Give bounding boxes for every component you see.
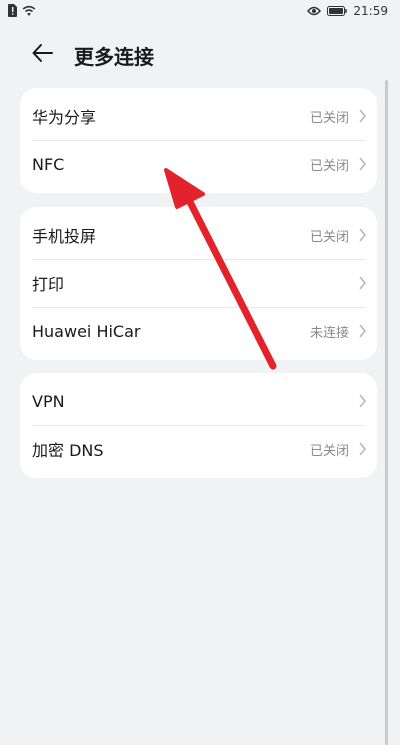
- settings-group-1: 华为分享 已关闭 NFC 已关闭: [20, 88, 377, 193]
- back-button[interactable]: [30, 40, 56, 66]
- item-label: 华为分享: [32, 108, 97, 127]
- chevron-right-icon: [359, 442, 366, 456]
- status-bar: 21:59: [0, 0, 400, 24]
- settings-item-encrypted-dns[interactable]: 加密 DNS 已关闭: [20, 425, 377, 473]
- item-status: 已关闭: [309, 110, 349, 126]
- item-status: 已关闭: [309, 229, 349, 245]
- settings-item-nfc[interactable]: NFC 已关闭: [20, 140, 377, 188]
- item-label: 手机投屏: [32, 227, 97, 246]
- item-label: 加密 DNS: [32, 441, 104, 460]
- chevron-right-icon: [359, 324, 366, 338]
- settings-group-3: VPN 加密 DNS 已关闭: [20, 373, 377, 478]
- chevron-right-icon: [359, 276, 366, 290]
- page-title: 更多连接: [74, 45, 154, 69]
- battery-icon: [327, 6, 348, 16]
- item-label: NFC: [32, 154, 65, 174]
- settings-item-screen-projection[interactable]: 手机投屏 已关闭: [20, 211, 377, 259]
- item-label: Huawei HiCar: [32, 321, 141, 341]
- settings-group-2: 手机投屏 已关闭 打印 Huawei HiCar 未连接: [20, 207, 377, 360]
- scrollbar[interactable]: [385, 80, 388, 745]
- status-time: 21:59: [353, 4, 388, 18]
- chevron-right-icon: [359, 394, 366, 408]
- more-connections-screen: 21:59 更多连接 华为分享 已关闭 NFC 已关闭 手机投屏 已关闭 打印 …: [0, 0, 400, 745]
- header: 更多连接: [0, 32, 400, 76]
- item-label: 打印: [32, 275, 65, 294]
- item-status: 已关闭: [309, 443, 349, 459]
- chevron-right-icon: [359, 228, 366, 242]
- chevron-right-icon: [359, 109, 366, 123]
- wifi-icon: [22, 5, 36, 16]
- arrow-left-icon: [32, 44, 53, 62]
- settings-item-vpn[interactable]: VPN: [20, 377, 377, 425]
- item-label: VPN: [32, 391, 65, 411]
- sim-alert-icon: [8, 4, 17, 17]
- chevron-right-icon: [359, 157, 366, 171]
- settings-item-print[interactable]: 打印: [20, 259, 377, 307]
- status-right: 21:59: [307, 4, 388, 18]
- settings-item-huawei-hicar[interactable]: Huawei HiCar 未连接: [20, 307, 377, 355]
- item-status: 未连接: [309, 325, 349, 341]
- status-left: [8, 4, 36, 17]
- settings-item-huawei-share[interactable]: 华为分享 已关闭: [20, 92, 377, 140]
- item-status: 已关闭: [309, 158, 349, 174]
- eye-icon: [307, 6, 322, 16]
